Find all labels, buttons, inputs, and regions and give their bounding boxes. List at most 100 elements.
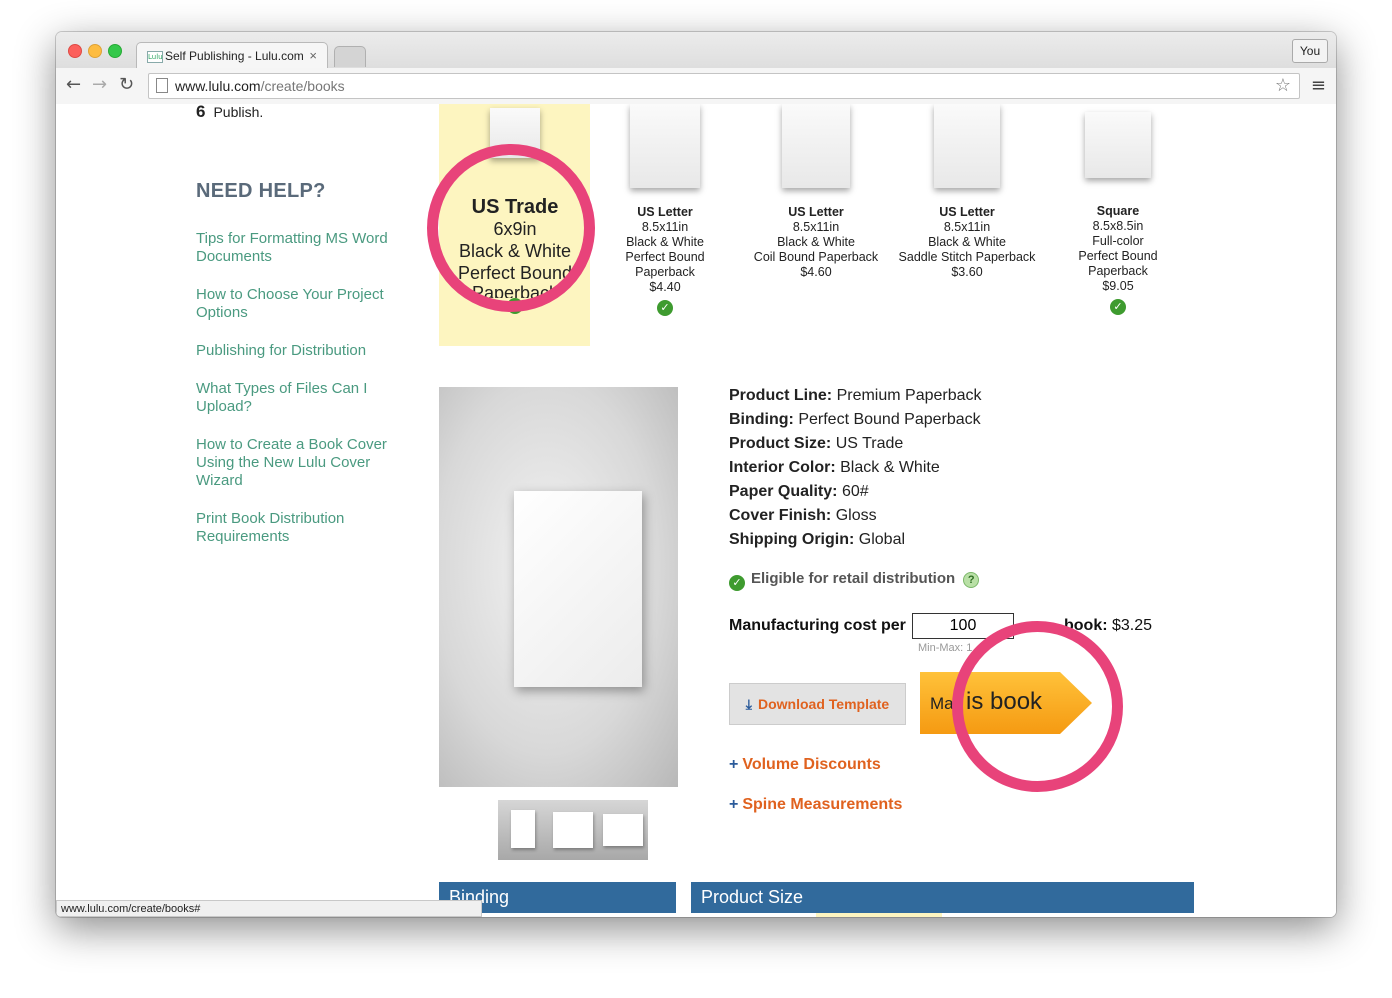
bookmark-star-icon[interactable]: ☆ xyxy=(1275,75,1291,96)
product-price: $4.60 xyxy=(800,265,832,279)
retail-eligibility: ✓ Eligible for retail distribution? xyxy=(729,570,980,591)
spec-shipping-origin: Shipping Origin: Global xyxy=(729,531,905,549)
download-template-button[interactable]: ⤓ Download Template xyxy=(729,683,906,725)
help-link-cover-wizard[interactable]: How to Create a Book Cover Using the New… xyxy=(196,436,401,490)
product-binding: Saddle Stitch Paperback xyxy=(898,250,1036,264)
book-image xyxy=(514,491,642,687)
thumbnail-open-book[interactable] xyxy=(548,800,598,860)
highlight-ring-make-button xyxy=(952,621,1123,792)
product-name: Square xyxy=(1096,204,1140,218)
tab-close-icon[interactable]: × xyxy=(309,48,317,63)
spec-label: Cover Finish: xyxy=(729,507,832,524)
product-binding: Perfect Bound xyxy=(1078,249,1158,263)
help-link-formatting[interactable]: Tips for Formatting MS Word Documents xyxy=(196,230,406,266)
spec-cover-finish: Cover Finish: Gloss xyxy=(729,507,877,525)
new-tab-button[interactable] xyxy=(334,46,366,67)
spec-value: Premium Paperback xyxy=(836,387,982,404)
profile-button[interactable]: You xyxy=(1292,39,1328,63)
section-header-product-size: Product Size xyxy=(691,882,1194,913)
help-link-project-options[interactable]: How to Choose Your Project Options xyxy=(196,286,406,322)
product-option-square[interactable]: Square 8.5x8.5in Full-color Perfect Boun… xyxy=(1043,104,1193,315)
help-link-distribution[interactable]: Publishing for Distribution xyxy=(196,342,406,360)
product-binding2: Paperback xyxy=(635,265,695,279)
per-book-value: $3.25 xyxy=(1112,617,1153,634)
product-photo xyxy=(439,387,678,787)
step-publish: 6 Publish. xyxy=(196,104,263,122)
spec-value: US Trade xyxy=(835,435,904,452)
spec-value: Perfect Bound Paperback xyxy=(798,411,981,428)
thumbnail-open-book-2[interactable] xyxy=(598,800,648,860)
back-arrow-icon[interactable]: ← xyxy=(66,74,81,95)
product-size: 8.5x11in xyxy=(792,220,840,234)
book-thumbnail xyxy=(934,104,1000,188)
book-thumbnail xyxy=(782,104,850,188)
product-name: US Letter xyxy=(788,205,844,219)
browser-window: Lulu Self Publishing - Lulu.com × You ← … xyxy=(56,32,1336,917)
product-binding2: Paperback xyxy=(1088,264,1148,278)
product-color: Black & White xyxy=(777,235,855,249)
product-name: US Letter xyxy=(939,205,995,219)
spec-value: Black & White xyxy=(840,459,940,476)
menu-icon[interactable]: ≡ xyxy=(1311,75,1326,96)
eligible-check-icon: ✓ xyxy=(729,575,745,591)
product-size: 8.5x8.5in xyxy=(1092,219,1144,233)
reload-icon[interactable]: ↻ xyxy=(119,74,134,95)
spine-measurements-link[interactable]: + Spine Measurements xyxy=(729,796,902,814)
url-text: www.lulu.com/create/books xyxy=(175,78,345,94)
product-name: US Letter xyxy=(637,205,693,219)
download-icon: ⤓ xyxy=(745,697,752,713)
help-question-icon[interactable]: ? xyxy=(963,572,980,588)
book-thumbnail xyxy=(630,104,700,188)
volume-discounts-link[interactable]: + Volume Discounts xyxy=(729,756,881,774)
spec-product-size: Product Size: US Trade xyxy=(729,435,903,453)
product-option-us-letter-saddle[interactable]: US Letter 8.5x11in Black & White Saddle … xyxy=(892,104,1042,280)
plus-icon: + xyxy=(729,756,739,773)
forward-arrow-icon[interactable]: → xyxy=(92,74,107,95)
product-color: Black & White xyxy=(626,235,704,249)
need-help-title: NEED HELP? xyxy=(196,180,326,202)
browser-toolbar: ← → ↻ www.lulu.com/create/books ☆ ≡ xyxy=(56,68,1336,105)
min-max-hint: Min-Max: 1 xyxy=(918,642,973,654)
address-bar[interactable]: www.lulu.com/create/books ☆ xyxy=(148,73,1300,99)
product-option-us-letter-coil[interactable]: US Letter 8.5x11in Black & White Coil Bo… xyxy=(741,104,891,280)
product-option-us-letter-perfect[interactable]: US Letter 8.5x11in Black & White Perfect… xyxy=(590,104,740,316)
lulu-favicon-icon: Lulu xyxy=(147,51,163,63)
product-price: $3.60 xyxy=(951,265,983,279)
product-size: 8.5x11in xyxy=(641,220,689,234)
url-path: /create/books xyxy=(260,78,345,94)
product-binding: Perfect Bound xyxy=(625,250,705,264)
product-color: Black & White xyxy=(928,235,1006,249)
download-template-label: Download Template xyxy=(758,696,890,712)
page-content: 6 Publish. NEED HELP? Tips for Formatting… xyxy=(56,104,1336,917)
page-icon xyxy=(156,78,168,93)
browser-tab[interactable]: Lulu Self Publishing - Lulu.com × xyxy=(136,42,328,69)
minimize-window-button[interactable] xyxy=(88,44,102,58)
available-check-icon: ✓ xyxy=(657,300,673,316)
photo-thumbnails xyxy=(498,800,648,860)
spec-binding: Binding: Perfect Bound Paperback xyxy=(729,411,981,429)
close-window-button[interactable] xyxy=(68,44,82,58)
available-check-icon: ✓ xyxy=(1110,299,1126,315)
thumbnail-closed-book[interactable] xyxy=(498,800,548,860)
spec-label: Shipping Origin: xyxy=(729,531,855,548)
help-link-distribution-requirements[interactable]: Print Book Distribution Requirements xyxy=(196,510,376,546)
volume-discounts-label: Volume Discounts xyxy=(742,756,881,773)
zoom-window-button[interactable] xyxy=(108,44,122,58)
tab-title: Self Publishing - Lulu.com xyxy=(165,49,304,63)
spec-label: Paper Quality: xyxy=(729,483,838,500)
spec-product-line: Product Line: Premium Paperback xyxy=(729,387,982,405)
step-label: Publish. xyxy=(213,104,264,120)
help-link-file-types[interactable]: What Types of Files Can I Upload? xyxy=(196,380,406,416)
product-price: $4.40 xyxy=(649,280,681,294)
product-binding: Coil Bound Paperback xyxy=(753,250,879,264)
eligible-text: Eligible for retail distribution xyxy=(751,570,956,587)
selected-size-hint xyxy=(816,913,942,917)
step-number: 6 xyxy=(196,104,206,121)
spec-paper-quality: Paper Quality: 60# xyxy=(729,483,869,501)
spec-label: Interior Color: xyxy=(729,459,836,476)
spec-label: Binding: xyxy=(729,411,794,428)
product-color: Full-color xyxy=(1092,234,1144,248)
make-button-label-prefix: Ma xyxy=(930,694,954,713)
title-bar: Lulu Self Publishing - Lulu.com × You xyxy=(56,32,1336,69)
status-bar: www.lulu.com/create/books# xyxy=(56,900,482,917)
